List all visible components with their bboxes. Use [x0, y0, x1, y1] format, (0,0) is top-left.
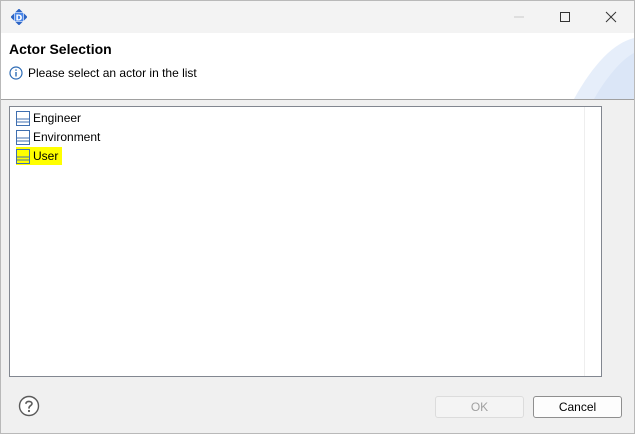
actor-selection-dialog: D Actor Selection Please select an actor… [0, 0, 635, 434]
list-item-environment[interactable]: Environment [16, 128, 104, 146]
close-button[interactable] [588, 1, 634, 33]
close-icon [605, 11, 617, 23]
actor-list[interactable]: Engineer Environment User [9, 106, 602, 377]
banner-decoration [574, 38, 634, 99]
actor-icon [16, 110, 30, 126]
ok-button[interactable]: OK [435, 396, 524, 418]
actor-icon [16, 148, 30, 164]
info-message-text: Please select an actor in the list [28, 66, 197, 80]
info-message: Please select an actor in the list [9, 66, 197, 80]
minimize-icon [514, 16, 524, 18]
maximize-icon [560, 12, 570, 22]
list-item-engineer[interactable]: Engineer [16, 109, 85, 127]
list-item-user[interactable]: User [16, 147, 63, 165]
list-item-label: Environment [33, 130, 101, 144]
title-bar[interactable]: D [1, 1, 634, 33]
list-item-label: User [33, 149, 59, 163]
info-icon [9, 66, 23, 80]
minimize-button[interactable] [496, 1, 542, 33]
maximize-button[interactable] [542, 1, 588, 33]
app-icon: D [11, 9, 27, 25]
app-icon-letter: D [16, 13, 23, 22]
help-icon[interactable] [18, 395, 40, 417]
list-item-label: Engineer [33, 111, 82, 125]
header-separator [1, 99, 634, 100]
header-banner: Actor Selection Please select an actor i… [1, 33, 634, 99]
cancel-button[interactable]: Cancel [533, 396, 622, 418]
list-scrollbar[interactable] [584, 107, 601, 376]
dialog-title: Actor Selection [9, 41, 112, 57]
actor-icon [16, 129, 30, 145]
